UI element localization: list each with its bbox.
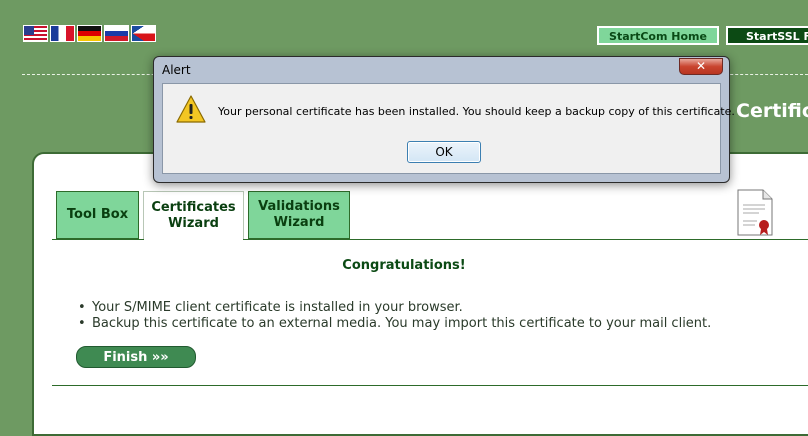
dialog-body: Your personal certificate has been insta… — [162, 83, 735, 174]
flag-ru-icon[interactable] — [104, 25, 129, 42]
content-divider — [52, 385, 808, 386]
dialog-title: Alert — [162, 63, 191, 77]
tab-label: Validations Wizard — [258, 199, 340, 230]
list-item: Backup this certificate to an external m… — [78, 316, 711, 332]
section-title: Certific — [736, 100, 808, 122]
flag-cz-icon[interactable] — [131, 25, 156, 42]
tab-tool-box[interactable]: Tool Box — [56, 191, 139, 239]
alert-dialog: Alert ✕ Your personal certificate has be… — [153, 56, 735, 183]
certificate-document-icon — [737, 189, 773, 236]
close-button[interactable]: ✕ — [679, 58, 723, 75]
dialog-message: Your personal certificate has been insta… — [218, 105, 735, 118]
ok-button[interactable]: OK — [407, 141, 481, 163]
result-list: Your S/MIME client certificate is instal… — [78, 300, 711, 332]
startssl-button[interactable]: StartSSL F — [726, 26, 808, 45]
flag-us-icon[interactable] — [23, 25, 48, 42]
tab-certificates-wizard[interactable]: Certificates Wizard — [143, 191, 244, 240]
congratulations-heading: Congratulations! — [342, 258, 466, 273]
list-item: Your S/MIME client certificate is instal… — [78, 300, 711, 316]
flag-de-icon[interactable] — [77, 25, 102, 42]
language-flags — [23, 25, 156, 42]
flag-fr-icon[interactable] — [50, 25, 75, 42]
startcom-home-button[interactable]: StartCom Home — [597, 26, 719, 45]
tab-label: Certificates Wizard — [151, 200, 236, 231]
finish-button[interactable]: Finish »» — [76, 346, 196, 368]
active-tab-gap — [144, 239, 243, 241]
warning-icon — [176, 95, 206, 123]
tab-label: Tool Box — [66, 207, 129, 222]
tab-validations-wizard[interactable]: Validations Wizard — [248, 191, 350, 239]
close-icon: ✕ — [695, 59, 707, 73]
